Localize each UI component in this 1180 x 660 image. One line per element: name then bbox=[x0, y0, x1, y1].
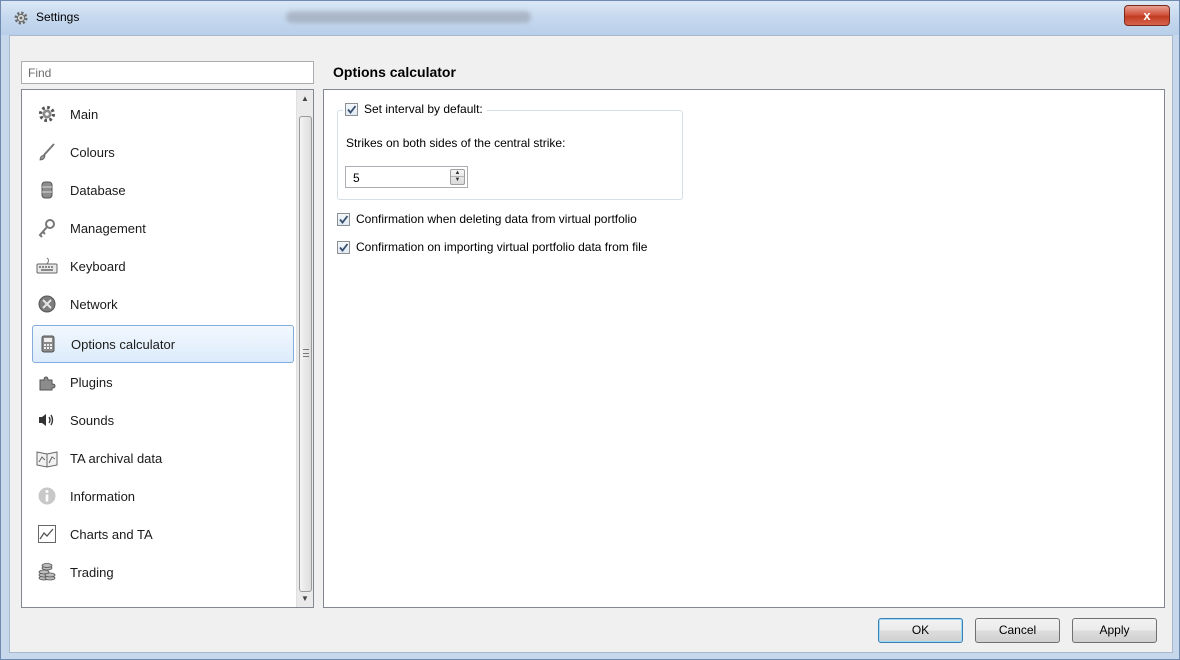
sidebar-item-keyboard[interactable]: Keyboard bbox=[32, 247, 294, 285]
strikes-value[interactable]: 5 bbox=[353, 171, 360, 185]
sidebar-item-label: TA archival data bbox=[70, 450, 163, 466]
sidebar-item-label: Network bbox=[70, 296, 118, 312]
title-bar[interactable]: Settings x bbox=[1, 1, 1179, 35]
sidebar-item-ta-archival-data[interactable]: TA archival data bbox=[32, 439, 294, 477]
network-icon bbox=[36, 293, 58, 315]
settings-category-list: Main Colours Database Management Keyboar bbox=[21, 89, 314, 608]
puzzle-icon bbox=[36, 371, 58, 393]
search-input[interactable] bbox=[21, 61, 314, 84]
close-button[interactable]: x bbox=[1124, 5, 1170, 26]
apply-button[interactable]: Apply bbox=[1072, 618, 1157, 643]
sidebar-item-database[interactable]: Database bbox=[32, 171, 294, 209]
set-interval-checkbox-row[interactable]: Set interval by default: bbox=[343, 102, 487, 116]
sidebar-item-label: Plugins bbox=[70, 374, 113, 390]
brush-icon bbox=[36, 141, 58, 163]
scroll-up-arrow-icon[interactable]: ▲ bbox=[297, 90, 313, 107]
database-icon bbox=[36, 179, 58, 201]
sidebar-item-label: Main bbox=[70, 106, 99, 122]
cancel-button[interactable]: Cancel bbox=[975, 618, 1060, 643]
sidebar-item-label: Charts and TA bbox=[70, 526, 153, 542]
spin-down-arrow-icon[interactable]: ▼ bbox=[451, 177, 464, 184]
line-chart-icon bbox=[36, 523, 58, 545]
sidebar-item-main[interactable]: Main bbox=[32, 95, 294, 133]
sidebar-item-network[interactable]: Network bbox=[32, 285, 294, 323]
sidebar-item-label: Keyboard bbox=[70, 258, 126, 274]
gear-icon bbox=[36, 103, 58, 125]
blurred-title-overlay bbox=[286, 11, 531, 23]
category-list-scrollbar[interactable]: ▲ ▼ bbox=[296, 90, 313, 607]
sidebar-item-information[interactable]: Information bbox=[32, 477, 294, 515]
confirm-delete-label: Confirmation when deleting data from vir… bbox=[356, 212, 637, 226]
scroll-down-arrow-icon[interactable]: ▼ bbox=[297, 590, 313, 607]
confirm-import-label: Confirmation on importing virtual portfo… bbox=[356, 240, 648, 254]
sidebar-item-sounds[interactable]: Sounds bbox=[32, 401, 294, 439]
archive-chart-icon bbox=[36, 447, 58, 469]
sidebar-item-label: Information bbox=[70, 488, 136, 504]
confirm-delete-checkbox-row[interactable]: Confirmation when deleting data from vir… bbox=[337, 212, 637, 226]
strikes-spinbox[interactable]: 5 ▲ ▼ bbox=[345, 166, 468, 188]
sidebar-item-options-calculator[interactable]: Options calculator bbox=[32, 325, 294, 363]
info-icon bbox=[36, 485, 58, 507]
keyboard-icon bbox=[36, 255, 58, 277]
speaker-icon bbox=[36, 409, 58, 431]
sidebar-item-plugins[interactable]: Plugins bbox=[32, 363, 294, 401]
set-interval-label: Set interval by default: bbox=[364, 102, 483, 116]
confirm-import-checkbox[interactable] bbox=[337, 240, 350, 254]
window-title: Settings bbox=[36, 10, 80, 24]
grip-icon bbox=[303, 349, 309, 357]
sidebar-item-label: Options calculator bbox=[71, 336, 176, 352]
spin-buttons[interactable]: ▲ ▼ bbox=[450, 169, 465, 185]
confirm-import-checkbox-row[interactable]: Confirmation on importing virtual portfo… bbox=[337, 240, 647, 254]
sidebar-item-colours[interactable]: Colours bbox=[32, 133, 294, 171]
scrollbar-thumb[interactable] bbox=[299, 116, 312, 592]
coins-icon bbox=[36, 561, 58, 583]
calculator-icon bbox=[37, 333, 59, 355]
page-title: Options calculator bbox=[333, 64, 456, 80]
spin-up-arrow-icon[interactable]: ▲ bbox=[451, 170, 464, 177]
sidebar-item-label: Management bbox=[70, 220, 146, 236]
sidebar-item-management[interactable]: Management bbox=[32, 209, 294, 247]
checkmark-icon bbox=[339, 214, 349, 224]
sidebar-item-label: Database bbox=[70, 182, 126, 198]
sidebar-item-label: Colours bbox=[70, 144, 115, 160]
set-interval-checkbox[interactable] bbox=[345, 102, 358, 116]
sidebar-item-charts-and-ta[interactable]: Charts and TA bbox=[32, 515, 294, 553]
checkmark-icon bbox=[339, 242, 349, 252]
gear-icon bbox=[13, 10, 29, 26]
ok-button[interactable]: OK bbox=[878, 618, 963, 643]
checkmark-icon bbox=[347, 104, 357, 114]
sidebar-item-trading[interactable]: Trading bbox=[32, 553, 294, 591]
confirm-delete-checkbox[interactable] bbox=[337, 212, 350, 226]
sidebar-item-label: Trading bbox=[70, 564, 114, 580]
sidebar-item-label: Sounds bbox=[70, 412, 115, 428]
strikes-label: Strikes on both sides of the central str… bbox=[346, 136, 566, 150]
key-icon bbox=[36, 217, 58, 239]
